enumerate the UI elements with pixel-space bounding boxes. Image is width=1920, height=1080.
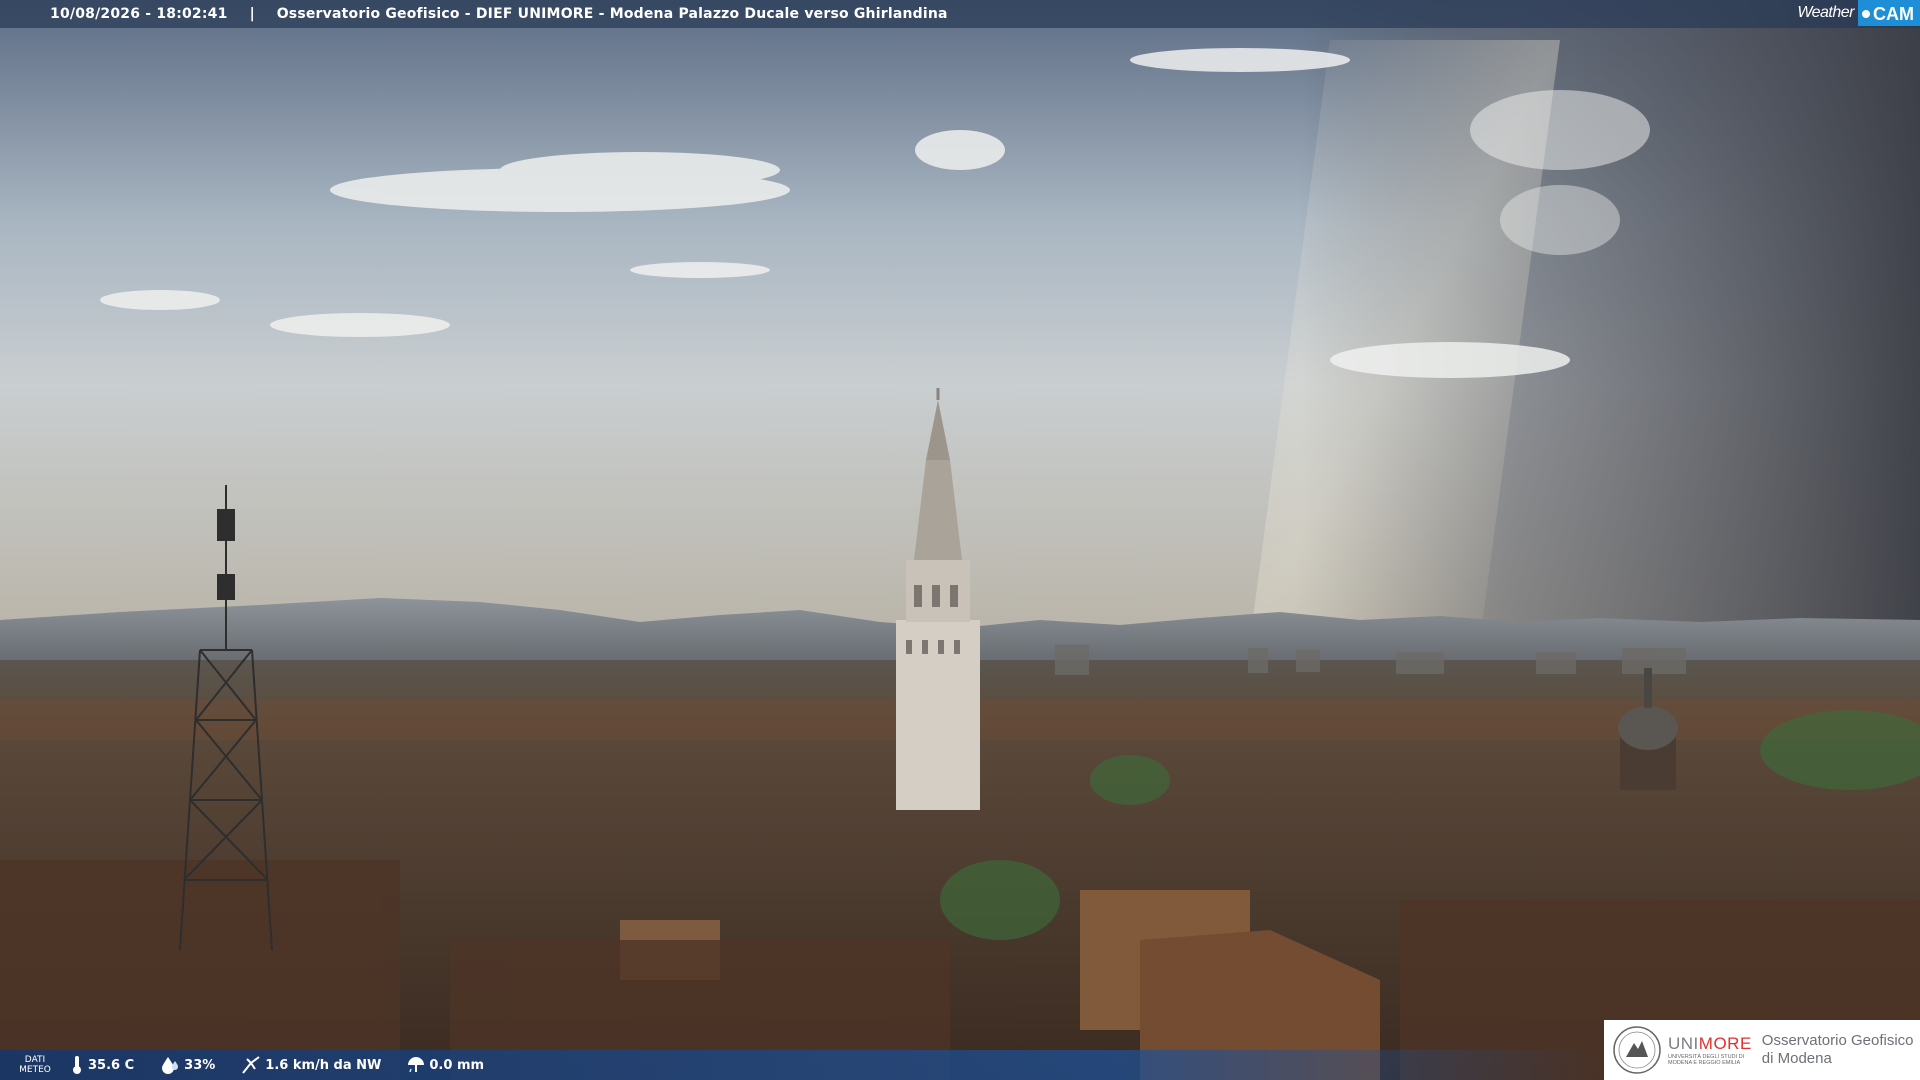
rain-icon [408, 1057, 425, 1073]
unimore-subtitle: UNIVERSITÀ DEGLI STUDI DI MODENA E REGGI… [1668, 1054, 1745, 1066]
rain-readout: 0.0 mm [407, 1056, 484, 1074]
rain-value: 0.0 mm [429, 1057, 485, 1073]
logo-dot-icon [1862, 10, 1870, 18]
weathercam-logo: Weather CAM [1791, 0, 1920, 26]
thermometer-icon [73, 1056, 81, 1074]
logo-weather-text: Weather [1791, 0, 1858, 26]
webcam-scene [0, 0, 1920, 1080]
header-separator: | [249, 6, 255, 22]
unimore-logo-panel: UNIMORE UNIVERSITÀ DEGLI STUDI DI MODENA… [1604, 1020, 1920, 1080]
observatory-name: Osservatorio Geofisico di Modena [1761, 1032, 1914, 1067]
wind-readout: 1.6 km/h da NW [241, 1055, 381, 1075]
humidity-value: 33% [184, 1057, 216, 1073]
humidity-drop-icon [162, 1057, 179, 1074]
header-overlay: 10/08/2026 - 18:02:41 | Osservatorio Geo… [0, 0, 1920, 28]
wind-icon [242, 1056, 260, 1074]
temperature-readout: 35.6 C [70, 1055, 134, 1075]
university-seal-icon [1613, 1026, 1661, 1074]
weather-data-strip: DATI METEO 35.6 C 33% 1.6 km/h da NW 0.0… [0, 1050, 1604, 1080]
camera-title: Osservatorio Geofisico - DIEF UNIMORE - … [276, 6, 948, 22]
humidity-readout: 33% [160, 1056, 215, 1074]
timestamp: 10/08/2026 - 18:02:41 [50, 6, 228, 22]
unimore-name: UNIMORE UNIVERSITÀ DEGLI STUDI DI MODENA… [1668, 1034, 1752, 1066]
wind-value: 1.6 km/h da NW [265, 1057, 382, 1073]
weather-data-label: DATI METEO [19, 1055, 51, 1075]
temperature-value: 35.6 C [88, 1057, 135, 1073]
logo-cam-text: CAM [1858, 0, 1920, 26]
